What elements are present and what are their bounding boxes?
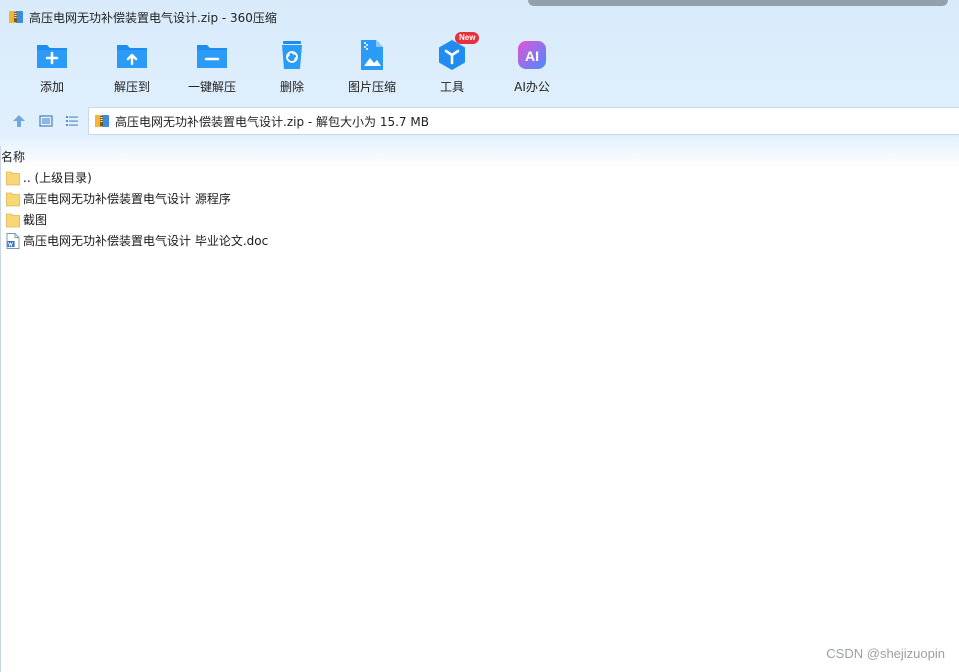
ai-office-label: AI办公 — [514, 80, 550, 94]
up-level-button[interactable] — [10, 112, 28, 130]
add-label: 添加 — [39, 80, 64, 94]
image-compress-button[interactable]: 图片压缩 — [340, 38, 404, 98]
list-view-icon — [66, 116, 78, 126]
overlapping-window-edge — [528, 0, 948, 6]
title-bar: 高压电网无功补偿装置电气设计.zip - 360压缩 — [8, 8, 277, 26]
delete-button[interactable]: 删除 — [260, 38, 324, 98]
zip-archive-icon — [9, 11, 23, 23]
list-view-button[interactable] — [63, 112, 81, 130]
archive-path-text: 高压电网无功补偿装置电气设计.zip - 解包大小为 15.7 MB — [115, 114, 429, 129]
ai-office-icon: AI — [518, 41, 546, 69]
list-item[interactable]: .. (上级目录) — [0, 167, 959, 188]
folder-icon — [6, 171, 20, 185]
arrow-up-icon — [13, 115, 25, 127]
window-title: 高压电网无功补偿装置电气设计.zip - 360压缩 — [29, 10, 277, 25]
one-click-extract-button[interactable]: 一键解压 — [180, 38, 244, 98]
new-badge: New — [455, 32, 480, 44]
extract-to-label: 解压到 — [113, 80, 150, 94]
ai-icon-text: AI — [525, 48, 539, 64]
column-header-name[interactable]: 名称 — [1, 148, 25, 165]
watermark: CSDN @shejizuopin — [826, 646, 945, 661]
folder-icon — [6, 213, 20, 227]
thumbnail-view-button[interactable] — [37, 112, 55, 130]
item-name: 高压电网无功补偿装置电气设计 源程序 — [23, 192, 231, 206]
image-compress-label: 图片压缩 — [347, 80, 396, 94]
list-item[interactable]: 高压电网无功补偿装置电气设计 源程序 — [0, 188, 959, 209]
extract-to-button[interactable]: 解压到 — [100, 38, 164, 98]
word-document-icon — [6, 232, 20, 249]
navigation-bar: 高压电网无功补偿装置电气设计.zip - 解包大小为 15.7 MB — [0, 106, 959, 136]
tools-button[interactable]: New 工具 — [420, 32, 484, 98]
delete-icon — [282, 41, 302, 69]
toolbar-fade — [0, 137, 959, 167]
zip-archive-icon — [95, 115, 109, 127]
file-list: .. (上级目录) 高压电网无功补偿装置电气设计 源程序 截图 高压电网无功补偿… — [0, 167, 959, 251]
add-button[interactable]: 添加 — [20, 38, 84, 98]
delete-label: 删除 — [279, 80, 304, 94]
one-click-extract-icon — [197, 45, 227, 68]
folder-icon — [6, 192, 20, 206]
ai-office-button[interactable]: AI AI办公 — [500, 38, 564, 98]
tools-label: 工具 — [439, 80, 464, 94]
add-icon — [37, 45, 67, 68]
extract-to-icon — [117, 45, 147, 68]
item-name: 截图 — [23, 213, 48, 227]
address-bar[interactable]: 高压电网无功补偿装置电气设计.zip - 解包大小为 15.7 MB — [88, 107, 959, 135]
item-name: .. (上级目录) — [23, 171, 92, 185]
image-compress-icon — [361, 40, 383, 70]
one-click-extract-label: 一键解压 — [187, 80, 236, 94]
item-name: 高压电网无功补偿装置电气设计 毕业论文.doc — [23, 234, 269, 248]
thumbnail-view-icon — [39, 115, 53, 127]
list-item[interactable]: 高压电网无功补偿装置电气设计 毕业论文.doc — [0, 230, 959, 251]
list-item[interactable]: 截图 — [0, 209, 959, 230]
